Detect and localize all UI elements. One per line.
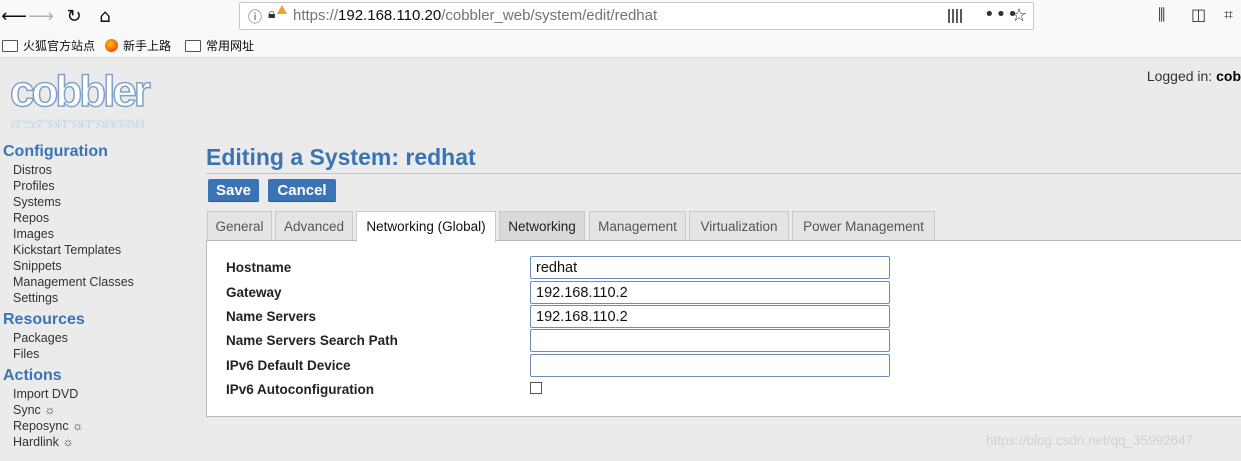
name-servers-label: Name Servers <box>226 309 317 324</box>
sidebar-item-snippets[interactable]: Snippets <box>3 258 193 274</box>
url-prefix: https:// <box>293 7 339 24</box>
sidebar-item-sync[interactable]: Sync ☼ <box>3 402 193 418</box>
ipv6-device-field[interactable] <box>530 354 890 377</box>
search-path-label: Name Servers Search Path <box>226 333 398 348</box>
sidebar-item-hardlink[interactable]: Hardlink ☼ <box>3 434 193 450</box>
sidebar-item-settings[interactable]: Settings <box>3 290 193 306</box>
info-icon[interactable]: ⓘ <box>248 7 262 27</box>
sidebar-item-import-dvd[interactable]: Import DVD <box>3 386 193 402</box>
watermark: https://blog.csdn.net/qq_35992647 <box>986 433 1194 448</box>
url-path: /cobbler_web/system/edit/redhat <box>441 7 658 24</box>
sidebar-section-actions: Actions <box>3 367 62 384</box>
cobbler-logo[interactable]: cobbler cobbler <box>8 70 180 128</box>
save-button[interactable]: Save <box>208 179 259 202</box>
name-servers-field[interactable]: 192.168.110.2 <box>530 305 890 328</box>
sidebar-item-repos[interactable]: Repos <box>3 210 193 226</box>
qr-code-icon[interactable] <box>948 9 962 23</box>
screenshot-icon[interactable]: ⌗ <box>1224 5 1233 25</box>
bookmark-item[interactable]: 新手上路 <box>105 37 171 54</box>
bookmark-label: 常用网址 <box>206 39 255 53</box>
tab-virtualization[interactable]: Virtualization <box>689 211 789 240</box>
ipv6-device-label: IPv6 Default Device <box>226 358 351 373</box>
form-row-search-path: Name Servers Search Path <box>226 329 906 353</box>
reload-icon[interactable]: ↻ <box>62 4 86 28</box>
forward-icon[interactable]: ⟶ <box>28 4 54 28</box>
page: cobbler cobbler Logged in: cob Configura… <box>0 58 1241 461</box>
gateway-label: Gateway <box>226 285 282 300</box>
cancel-button[interactable]: Cancel <box>268 179 336 202</box>
folder-icon <box>185 39 201 52</box>
form-row-ipv6-autoconf: IPv6 Autoconfiguration <box>226 378 906 402</box>
form-row-ipv6-device: IPv6 Default Device <box>226 354 906 378</box>
sidebar: Configuration Distros Profiles Systems R… <box>3 142 193 450</box>
logo-reflection: cobbler <box>10 115 151 128</box>
page-title: Editing a System: redhat <box>206 144 476 170</box>
search-path-field[interactable] <box>530 329 890 352</box>
networking-global-panel: Hostname redhat Gateway 192.168.110.2 Na… <box>206 240 1241 417</box>
folder-icon <box>2 39 18 52</box>
tab-networking-global[interactable]: Networking (Global) <box>356 211 496 242</box>
address-bar[interactable]: ⓘ 🔒︎ https://192.168.110.20/cobbler_web/… <box>239 2 1034 30</box>
sidebar-item-packages[interactable]: Packages <box>3 330 193 346</box>
logo-text: cobbler <box>10 70 151 116</box>
url-text[interactable]: https://192.168.110.20/cobbler_web/syste… <box>293 7 657 24</box>
logged-in-status: Logged in: cob <box>1147 68 1241 84</box>
logged-in-user: cob <box>1216 68 1241 84</box>
logged-in-label: Logged in: <box>1146 68 1213 84</box>
sidebar-section-configuration: Configuration <box>3 143 108 160</box>
back-icon[interactable]: ⟵ <box>1 4 27 28</box>
sidebar-item-images[interactable]: Images <box>3 226 193 242</box>
bookmarks-bar: 火狐官方站点 新手上路 常用网址 <box>0 32 1241 58</box>
ipv6-autoconf-label: IPv6 Autoconfiguration <box>226 382 374 397</box>
bookmark-label: 火狐官方站点 <box>23 39 96 53</box>
bookmark-item[interactable]: 常用网址 <box>185 37 254 54</box>
firefox-icon <box>105 39 118 52</box>
sidebar-item-kickstart-templates[interactable]: Kickstart Templates <box>3 242 193 258</box>
browser-toolbar: ⟵ ⟶ ↻ ⌂ ⓘ 🔒︎ https://192.168.110.20/cobb… <box>0 0 1241 32</box>
sidebar-toggle-icon[interactable]: ◫ <box>1191 5 1206 24</box>
sidebar-item-profiles[interactable]: Profiles <box>3 178 193 194</box>
tab-networking[interactable]: Networking <box>499 211 585 240</box>
ipv6-autoconf-checkbox[interactable] <box>530 382 542 394</box>
library-icon[interactable]: ⫼ <box>1158 5 1165 25</box>
form-row-gateway: Gateway 192.168.110.2 <box>226 281 906 305</box>
url-host: 192.168.110.20 <box>338 7 442 24</box>
lock-warning-icon[interactable]: 🔒︎ <box>268 5 289 22</box>
form-row-name-servers: Name Servers 192.168.110.2 <box>226 305 906 329</box>
tab-general[interactable]: General <box>207 211 272 240</box>
gateway-field[interactable]: 192.168.110.2 <box>530 281 890 304</box>
bookmark-star-icon[interactable]: ☆ <box>1011 5 1027 26</box>
sidebar-item-reposync[interactable]: Reposync ☼ <box>3 418 193 434</box>
form-row-hostname: Hostname redhat <box>226 256 906 280</box>
bookmark-label: 新手上路 <box>123 39 172 53</box>
tab-management[interactable]: Management <box>589 211 686 240</box>
sidebar-item-distros[interactable]: Distros <box>3 162 193 178</box>
sidebar-item-systems[interactable]: Systems <box>3 194 193 210</box>
hostname-label: Hostname <box>226 260 292 275</box>
home-icon[interactable]: ⌂ <box>93 4 117 28</box>
title-divider <box>206 173 1241 174</box>
hostname-field[interactable]: redhat <box>530 256 890 279</box>
sidebar-item-management-classes[interactable]: Management Classes <box>3 274 193 290</box>
tab-advanced[interactable]: Advanced <box>275 211 353 240</box>
sidebar-item-files[interactable]: Files <box>3 346 193 362</box>
bookmark-item[interactable]: 火狐官方站点 <box>2 37 95 54</box>
tab-power-management[interactable]: Power Management <box>792 211 935 240</box>
sidebar-section-resources: Resources <box>3 311 85 328</box>
